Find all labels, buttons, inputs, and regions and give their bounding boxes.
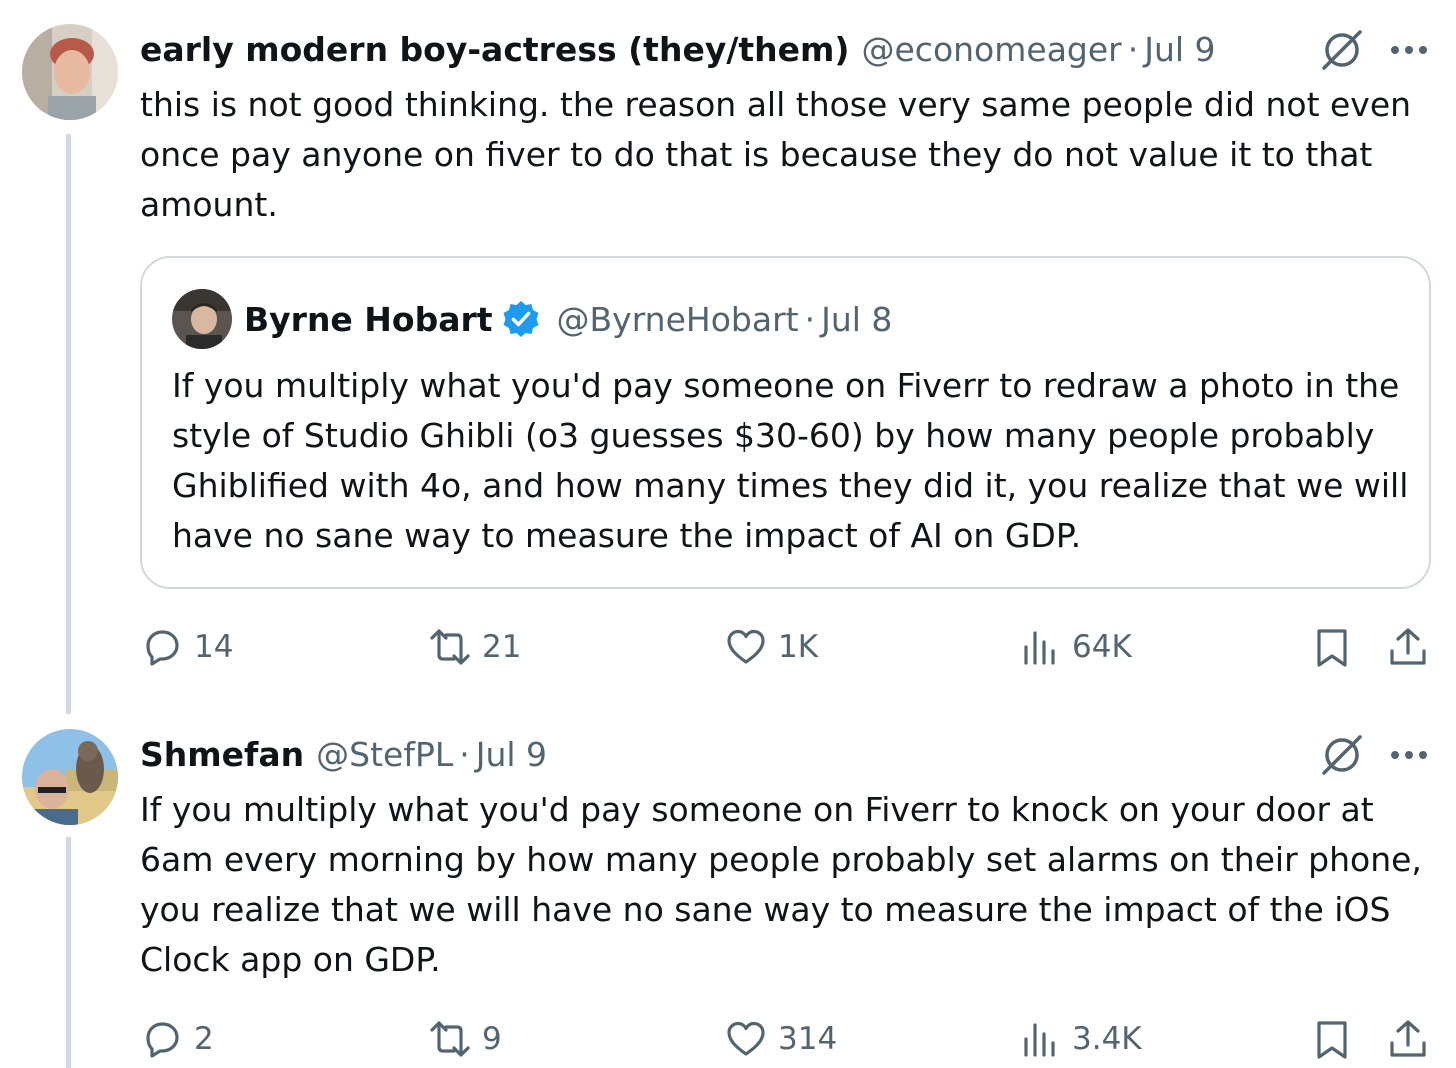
share-button[interactable]: [1386, 622, 1430, 672]
repost-button[interactable]: 9: [428, 1014, 502, 1064]
bookmark-icon: [1317, 629, 1347, 667]
bookmark-icon: [1317, 1021, 1347, 1059]
tweet-date[interactable]: Jul 9: [1144, 28, 1215, 72]
display-name[interactable]: early modern boy-actress (they/them): [140, 28, 850, 72]
avatar[interactable]: [22, 24, 118, 120]
separator: ·: [459, 735, 470, 774]
reply-count: 14: [194, 629, 234, 665]
thread-line: [66, 837, 71, 1068]
reply-icon: [146, 1022, 179, 1058]
quote-header: Byrne Hobart @ByrneHobart · Jul 8: [172, 288, 892, 350]
tweet-text: If you multiply what you'd pay someone o…: [140, 790, 1422, 979]
quote-tweet[interactable]: Byrne Hobart @ByrneHobart · Jul 8 If you…: [140, 256, 1431, 589]
avatar[interactable]: [22, 729, 118, 825]
quote-avatar[interactable]: [172, 289, 232, 349]
reply-icon: [146, 630, 179, 666]
repost-button[interactable]: 21: [428, 622, 521, 672]
like-count: 314: [778, 1021, 838, 1057]
quote-text: If you multiply what you'd pay someone o…: [172, 366, 1409, 555]
grok-icon[interactable]: [1318, 731, 1366, 779]
reply-button[interactable]: 14: [140, 622, 233, 672]
views-button[interactable]: 3.4K: [1018, 1014, 1142, 1064]
views-icon: [1024, 631, 1055, 665]
separator: ·: [1127, 30, 1139, 69]
quote-handle[interactable]: @ByrneHobart: [557, 300, 799, 339]
more-icon[interactable]: [1386, 30, 1432, 70]
share-button[interactable]: [1386, 1014, 1430, 1064]
quote-display-name[interactable]: Byrne Hobart: [244, 300, 493, 339]
views-count: 64K: [1072, 629, 1132, 665]
quote-date[interactable]: Jul 8: [821, 300, 892, 339]
more-icon[interactable]: [1386, 735, 1432, 775]
like-icon: [727, 629, 765, 664]
action-bar: 14 21 1K 64K: [140, 622, 1440, 672]
tweet-date[interactable]: Jul 9: [476, 733, 547, 777]
like-button[interactable]: 1K: [724, 622, 818, 672]
reply-button[interactable]: 2: [140, 1014, 214, 1064]
views-button[interactable]: 64K: [1018, 622, 1132, 672]
repost-icon: [430, 629, 470, 665]
views-icon: [1024, 1023, 1055, 1057]
tweet[interactable]: Shmefan @StefPL · Jul 9 If you multiply …: [0, 705, 1456, 1068]
like-button[interactable]: 314: [724, 1014, 837, 1064]
tweet[interactable]: early modern boy-actress (they/them) @ec…: [0, 0, 1456, 714]
repost-icon: [430, 1021, 470, 1057]
reply-count: 2: [194, 1021, 214, 1057]
grok-icon[interactable]: [1318, 26, 1366, 74]
views-count: 3.4K: [1072, 1021, 1142, 1057]
action-bar: 2 9 314 3.4K: [140, 1014, 1440, 1064]
tweet-text: this is not good thinking. the reason al…: [140, 85, 1412, 224]
display-name[interactable]: Shmefan: [140, 733, 304, 777]
tweet-header: early modern boy-actress (they/them) @ec…: [140, 28, 1216, 72]
handle[interactable]: @economeager: [862, 28, 1122, 72]
bookmark-button[interactable]: [1310, 1014, 1354, 1064]
tweet-header: Shmefan @StefPL · Jul 9: [140, 733, 547, 777]
like-count: 1K: [778, 629, 819, 665]
like-icon: [727, 1021, 765, 1056]
share-icon: [1390, 628, 1426, 665]
separator: ·: [804, 299, 816, 339]
repost-count: 21: [482, 629, 522, 665]
verified-icon: [503, 301, 539, 337]
handle[interactable]: @StefPL: [316, 733, 453, 777]
share-icon: [1390, 1020, 1426, 1057]
repost-count: 9: [482, 1021, 502, 1057]
bookmark-button[interactable]: [1310, 622, 1354, 672]
thread-line: [66, 134, 71, 714]
